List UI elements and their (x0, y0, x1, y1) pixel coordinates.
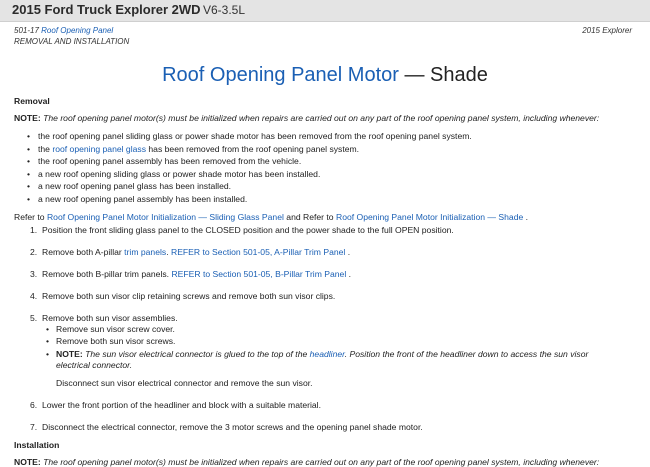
note-label: NOTE: (14, 113, 41, 123)
list-item: a new roof opening panel glass has been … (27, 181, 636, 194)
vehicle-title: 2015 Ford Truck Explorer 2WD (12, 2, 201, 17)
step-6: 6. Lower the front portion of the headlin… (30, 399, 321, 410)
refer-line: Refer to Roof Opening Panel Motor Initia… (14, 211, 529, 222)
top-bar: 2015 Ford Truck Explorer 2WD V6-3.5L (0, 0, 650, 22)
list-item: a new roof opening sliding glass or powe… (27, 169, 636, 182)
list-item: the roof opening panel sliding glass or … (27, 131, 636, 144)
list-item: the roof opening panel assembly has been… (27, 156, 636, 169)
document-content: Removal NOTE: The roof opening panel mot… (0, 96, 650, 467)
step-1: 1. Position the front sliding glass panel… (30, 224, 454, 235)
removal-heading: Removal (14, 96, 50, 106)
list-item: Remove sun visor screw cover. (46, 324, 636, 337)
note-text: The roof opening panel motor(s) must be … (43, 113, 600, 123)
page-title-link[interactable]: Roof Opening Panel Motor (162, 64, 399, 86)
step-7: 7. Disconnect the electrical connector, r… (30, 421, 423, 432)
step-5-substeps: Remove sun visor screw cover. Remove bot… (46, 324, 636, 375)
step-4: 4. Remove both sun visor clip retaining s… (30, 290, 336, 301)
sliding-glass-init-link[interactable]: Roof Opening Panel Motor Initialization … (47, 212, 284, 222)
installation-note: NOTE: The roof opening panel motor(s) mu… (14, 457, 636, 467)
section-link[interactable]: Roof Opening Panel (41, 26, 113, 35)
note-text: The roof opening panel motor(s) must be … (43, 456, 600, 467)
step-5: 5.Remove both sun visor assemblies. Remo… (30, 313, 636, 391)
list-item: the roof opening panel glass has been re… (27, 144, 636, 157)
removal-steps: 1. Position the front sliding glass panel… (30, 225, 636, 435)
step-2: 2. Remove both A-pillar trim panels. REFE… (30, 246, 351, 257)
shade-init-link[interactable]: Roof Opening Panel Motor Initialization … (336, 212, 523, 222)
removal-note: NOTE: The roof opening panel motor(s) mu… (14, 113, 636, 126)
headliner-note: NOTE: The sun visor electrical connector… (46, 349, 616, 375)
installation-heading: Installation (14, 439, 60, 450)
roof-panel-glass-link[interactable]: roof opening panel glass (52, 144, 146, 154)
vehicle-model: 2015 Explorer (582, 26, 632, 35)
page-title-suffix: — Shade (404, 64, 488, 86)
document-meta: 501-17 Roof Opening Panel REMOVAL AND IN… (0, 22, 650, 50)
list-item: a new roof opening panel assembly has be… (27, 194, 636, 207)
procedure-type: REMOVAL AND INSTALLATION (14, 36, 130, 46)
page-title: Roof Opening Panel Motor — Shade (0, 60, 650, 90)
b-pillar-reference-link[interactable]: REFER to Section 501-05, B-Pillar Trim P… (171, 269, 346, 279)
engine-label: V6-3.5L (202, 3, 245, 17)
headliner-link[interactable]: headliner (310, 349, 345, 359)
a-pillar-reference-link[interactable]: REFER to Section 501-05, A-Pillar Trim P… (171, 247, 345, 257)
step-3: 3. Remove both B-pillar trim panels. REFE… (30, 268, 352, 279)
step-5-followup: Disconnect sun visor electrical connecto… (56, 377, 313, 388)
list-item: Remove both sun visor screws. (46, 336, 636, 349)
section-number: 501-17 (14, 26, 39, 35)
initialization-conditions: the roof opening panel sliding glass or … (27, 131, 636, 207)
trim-panels-link[interactable]: trim panels (124, 247, 166, 257)
note-label: NOTE: (14, 456, 41, 467)
